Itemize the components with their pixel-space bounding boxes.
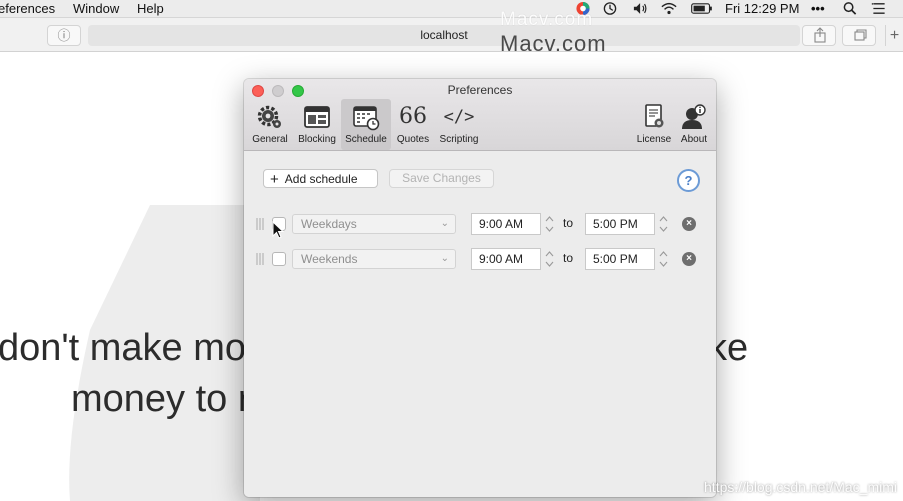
start-time-stepper[interactable] <box>544 213 555 235</box>
code-brackets-icon: </> <box>443 107 475 127</box>
share-icon <box>814 27 826 43</box>
title-bar: Preferences General Blocking Schedule 66… <box>244 79 716 151</box>
address-bar[interactable]: localhost <box>88 25 800 46</box>
start-time-stepper[interactable] <box>544 248 555 270</box>
window-menu[interactable]: Window <box>73 1 119 16</box>
notification-center-icon[interactable] <box>871 1 887 16</box>
delete-schedule-icon[interactable]: × <box>682 217 696 231</box>
end-time-field[interactable]: 5:00 PM <box>585 248 655 270</box>
schedule-pane: + Add schedule Save Changes ? Weekdays ⌄ … <box>244 151 716 497</box>
tab-general-label: General <box>252 134 288 145</box>
tabs-overview-button[interactable] <box>842 25 876 46</box>
add-schedule-label: Add schedule <box>284 172 358 186</box>
plus-icon: + <box>270 171 279 188</box>
wifi-icon[interactable] <box>661 1 677 16</box>
hero-text-line2: money to r <box>71 378 251 420</box>
url-text: localhost <box>420 28 468 42</box>
spotlight-icon[interactable] <box>842 1 858 16</box>
tab-about[interactable]: About <box>676 99 712 150</box>
delete-schedule-icon[interactable]: × <box>682 252 696 266</box>
calendar-clock-icon <box>353 106 380 131</box>
chevron-down-icon: ⌄ <box>440 253 449 264</box>
mouse-pointer-icon <box>272 221 284 239</box>
help-button[interactable]: ? <box>677 169 700 192</box>
add-schedule-button[interactable]: + Add schedule <box>263 169 378 188</box>
app-menu[interactable]: eferences <box>0 1 55 16</box>
tabs-icon <box>854 29 867 41</box>
tab-license[interactable]: License <box>634 99 674 150</box>
days-select-value: Weekends <box>301 252 358 266</box>
watermark-top-light: Macv.com <box>500 9 594 30</box>
tab-schedule-label: Schedule <box>345 134 387 145</box>
tab-quotes[interactable]: 66 Quotes <box>394 99 432 150</box>
watermark-top-dark: Macv.com <box>500 31 607 56</box>
reader-info-icon[interactable]: ⓘ <box>47 25 81 46</box>
certificate-icon <box>645 104 664 128</box>
start-time-field[interactable]: 9:00 AM <box>471 248 541 270</box>
watermark-bottom-right: https://blog.csdn.net/Mac_mimi <box>704 479 897 495</box>
chevron-down-icon: ⌄ <box>440 218 449 229</box>
tab-schedule[interactable]: Schedule <box>341 99 391 150</box>
to-label: to <box>563 216 574 230</box>
end-time-field[interactable]: 5:00 PM <box>585 213 655 235</box>
tab-scripting[interactable]: </> Scripting <box>436 99 482 150</box>
end-time-stepper[interactable] <box>658 213 669 235</box>
tab-blocking[interactable]: Blocking <box>295 99 339 150</box>
drag-handle-icon[interactable] <box>256 253 264 265</box>
tab-quotes-label: Quotes <box>396 134 430 145</box>
days-select[interactable]: Weekdays ⌄ <box>292 214 456 234</box>
window-blocking-icon <box>304 106 330 128</box>
browser-toolbar: ⓘ localhost + <box>0 18 903 52</box>
new-tab-button[interactable]: + <box>885 25 903 46</box>
days-select-value: Weekdays <box>301 217 357 231</box>
menu-bar: eferences Window Help Fri 12:29 PM ••• <box>0 0 903 18</box>
tab-blocking-label: Blocking <box>298 134 336 145</box>
preferences-window: Preferences General Blocking Schedule 66… <box>244 79 716 497</box>
start-time-field[interactable]: 9:00 AM <box>471 213 541 235</box>
schedule-enabled-checkbox[interactable] <box>272 252 286 266</box>
time-machine-icon[interactable] <box>602 1 618 16</box>
to-label: to <box>563 251 574 265</box>
drag-handle-icon[interactable] <box>256 218 264 230</box>
window-title: Preferences <box>447 83 513 97</box>
end-time-stepper[interactable] <box>658 248 669 270</box>
help-menu[interactable]: Help <box>137 1 164 16</box>
battery-icon[interactable] <box>690 1 714 16</box>
clock[interactable]: Fri 12:29 PM <box>725 1 799 16</box>
quote-icon: 66 <box>399 104 427 129</box>
volume-icon[interactable] <box>633 1 649 16</box>
schedule-row: Weekdays ⌄ 9:00 AM to 5:00 PM × <box>244 213 716 235</box>
tab-about-label: About <box>680 134 708 145</box>
share-button[interactable] <box>802 25 836 46</box>
tab-general[interactable]: General <box>249 99 291 150</box>
hero-text-line1: don't make mov <box>0 327 266 369</box>
days-select[interactable]: Weekends ⌄ <box>292 249 456 269</box>
tab-scripting-label: Scripting <box>439 134 479 145</box>
schedule-row: Weekends ⌄ 9:00 AM to 5:00 PM × <box>244 248 716 270</box>
more-icon[interactable]: ••• <box>811 1 825 16</box>
gear-icon <box>257 105 281 128</box>
tab-license-label: License <box>636 134 672 145</box>
person-info-icon <box>682 104 706 129</box>
save-changes-button[interactable]: Save Changes <box>389 169 494 188</box>
